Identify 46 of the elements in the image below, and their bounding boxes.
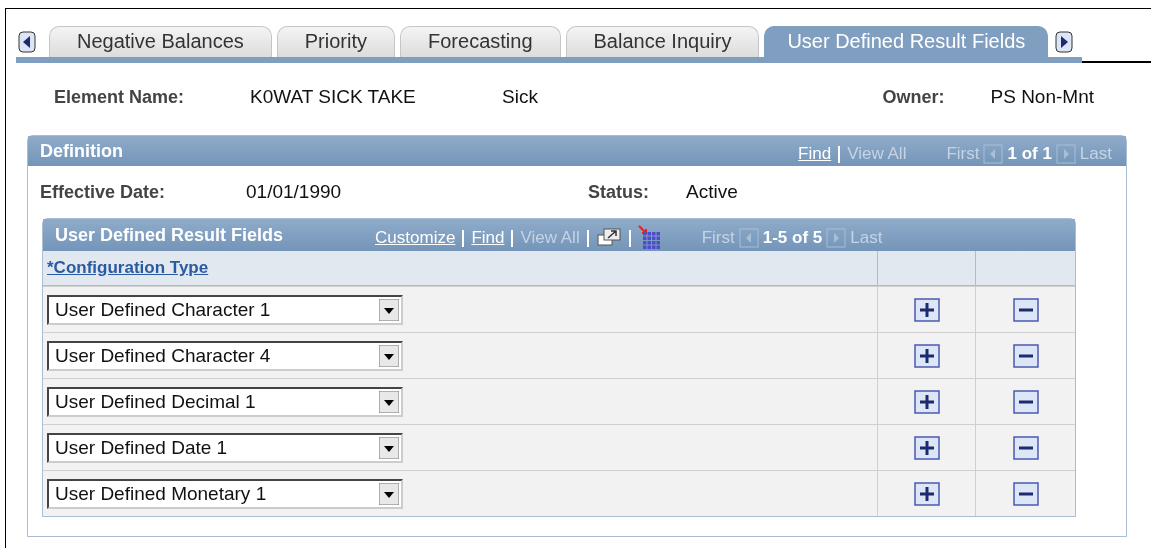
caret-icon[interactable]	[379, 298, 399, 321]
tab[interactable]: Balance Inquiry	[565, 26, 760, 57]
field-label: Status:	[588, 181, 650, 203]
field-value: 01/01/1990	[246, 181, 343, 203]
section-title: Definition	[40, 140, 123, 162]
download-grid-icon[interactable]	[637, 225, 662, 251]
next-icon	[826, 228, 847, 248]
scroll-right-icon[interactable]	[1055, 31, 1074, 53]
delete-row-icon[interactable]	[1012, 297, 1039, 322]
delete-row-icon[interactable]	[1012, 481, 1039, 506]
configuration-type-dropdown[interactable]: User Defined Decimal 1	[47, 386, 403, 417]
field-value: Sick	[502, 86, 538, 108]
caret-icon[interactable]	[379, 344, 399, 367]
field-value: K0WAT SICK TAKE	[250, 86, 417, 108]
configuration-type-dropdown[interactable]: User Defined Character 4	[47, 340, 403, 371]
tab[interactable]: Negative Balances	[49, 26, 272, 57]
add-row-icon[interactable]	[913, 297, 940, 322]
column-header[interactable]: *Configuration Type	[47, 258, 209, 278]
field-label: Element Name:	[54, 86, 186, 108]
tab[interactable]: Priority	[276, 26, 395, 57]
new-window-icon[interactable]	[595, 227, 622, 249]
configuration-type-dropdown[interactable]: User Defined Character 1	[47, 294, 403, 325]
configuration-type-dropdown[interactable]: User Defined Monetary 1	[47, 478, 403, 509]
row-count: 1 of 1	[1007, 144, 1052, 164]
configuration-type-dropdown[interactable]: User Defined Date 1	[47, 432, 403, 463]
scroll-left-icon[interactable]	[18, 31, 36, 53]
delete-row-icon[interactable]	[1012, 343, 1039, 368]
previous-icon	[983, 144, 1004, 164]
add-row-icon[interactable]	[913, 435, 940, 460]
caret-icon[interactable]	[379, 436, 399, 459]
field-value: Active	[686, 181, 738, 203]
add-row-icon[interactable]	[913, 481, 940, 506]
field-label: Effective Date:	[40, 181, 167, 203]
tab[interactable]: Forecasting	[400, 26, 561, 57]
add-row-icon[interactable]	[913, 343, 940, 368]
delete-row-icon[interactable]	[1012, 435, 1039, 460]
add-row-icon[interactable]	[913, 389, 940, 414]
row-count: 1-5 of 5	[762, 228, 823, 248]
next-icon	[1055, 144, 1076, 164]
field-value: PS Non-Mnt	[990, 86, 1094, 108]
caret-icon[interactable]	[379, 390, 399, 413]
previous-icon	[738, 228, 759, 248]
grid-title: User Defined Result Fields	[55, 224, 284, 246]
field-label: Owner:	[882, 86, 946, 108]
delete-row-icon[interactable]	[1012, 389, 1039, 414]
caret-icon[interactable]	[379, 482, 399, 505]
